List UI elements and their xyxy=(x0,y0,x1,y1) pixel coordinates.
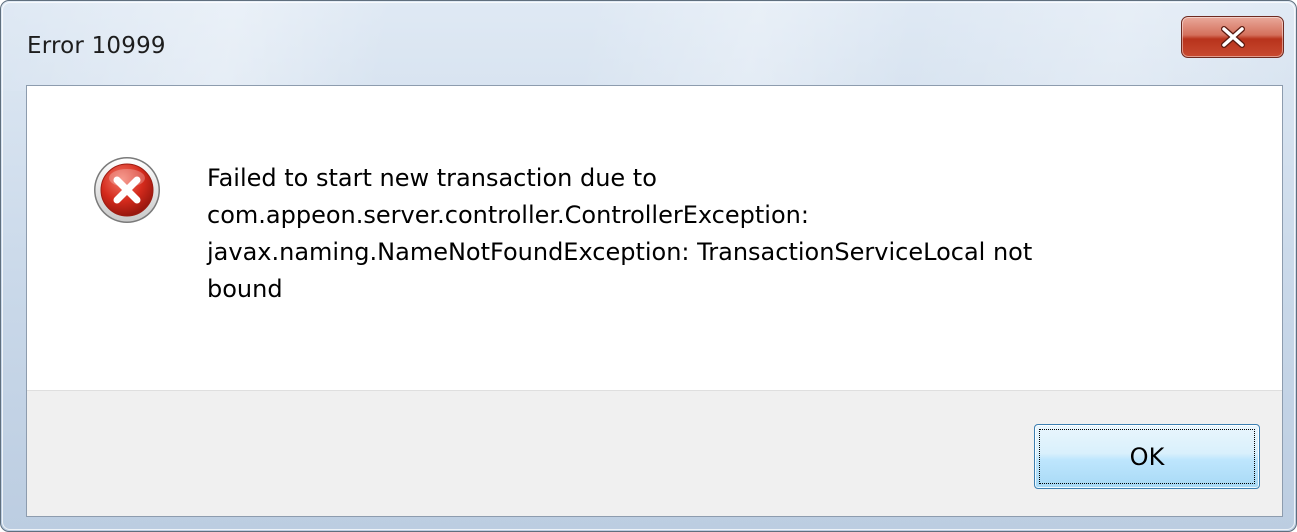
ok-button-label: OK xyxy=(1129,442,1165,471)
error-dialog-window: Error 10999 Failed to start new transact… xyxy=(0,0,1297,532)
window-title: Error 10999 xyxy=(27,33,166,59)
dialog-client-area: Failed to start new transaction due to c… xyxy=(26,85,1283,517)
error-message: Failed to start new transaction due to c… xyxy=(207,164,1033,303)
error-icon xyxy=(93,156,161,224)
message-area: Failed to start new transaction due to c… xyxy=(27,86,1282,390)
ok-button[interactable]: OK xyxy=(1034,424,1260,489)
close-x-icon xyxy=(1220,26,1246,48)
close-button[interactable] xyxy=(1181,16,1284,58)
button-bar: OK xyxy=(27,390,1282,516)
